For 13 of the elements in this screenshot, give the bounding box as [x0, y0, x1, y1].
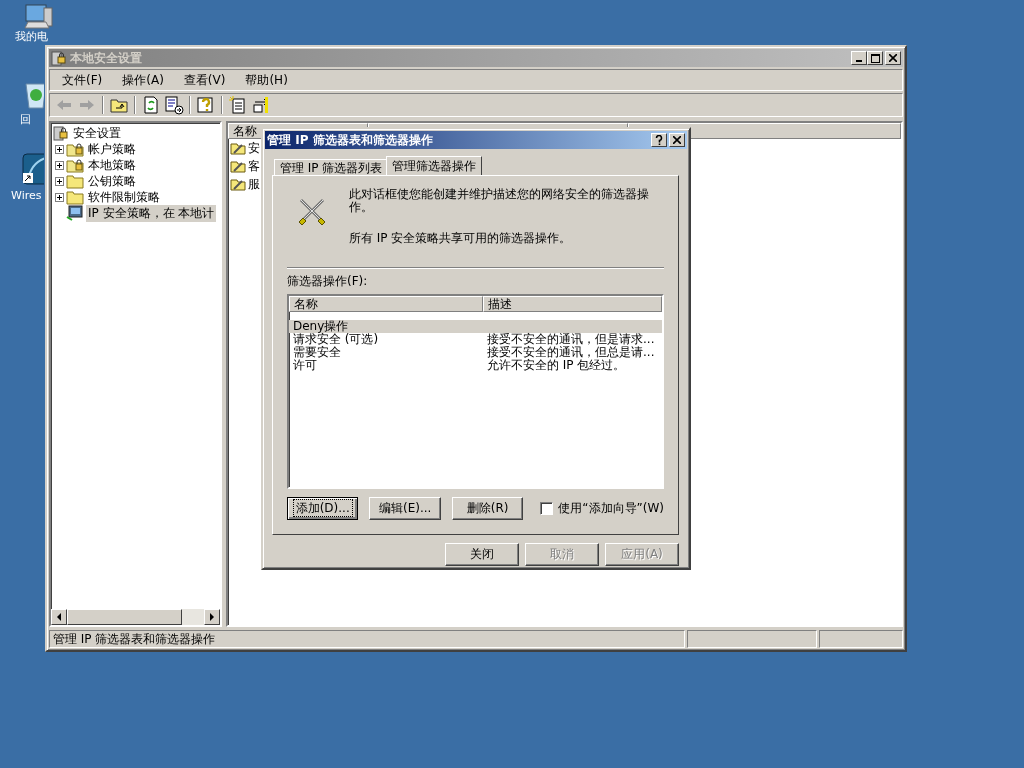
table-cell-text: 许可 — [292, 359, 318, 372]
table-cell-text: 需要安全 — [292, 346, 342, 359]
table-cell: 接受不安全的通讯，但是请求... — [487, 333, 655, 346]
status-text: 管理 IP 筛选器表和筛选器操作 — [49, 630, 685, 648]
window-title: 本地安全设置 — [70, 49, 143, 67]
table-cell: 接受不安全的通讯，但总是请... — [487, 346, 655, 359]
list-label: 筛选器操作(F): — [287, 273, 369, 290]
dialog-title: 管理 IP 筛选器表和筛选器操作 — [267, 131, 434, 149]
description-text: 此对话框使您能创建并维护描述您的网络安全的筛选器操作。 — [349, 188, 649, 214]
table-cell-text: 请求安全 (可选) — [292, 333, 380, 346]
table-cell-text: Deny操作 — [292, 320, 350, 333]
table-cell: 允许不安全的 IP 包经过。 — [487, 359, 626, 372]
note-text: 所有 IP 安全策略共享可用的筛选器操作。 — [349, 232, 573, 245]
